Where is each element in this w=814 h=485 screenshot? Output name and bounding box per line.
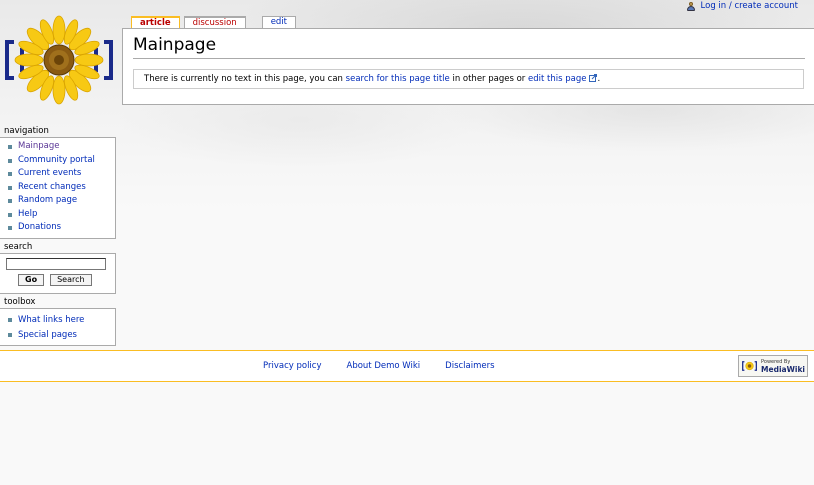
external-link-icon <box>589 71 598 82</box>
toolbox-link-special-pages[interactable]: Special pages <box>18 330 77 340</box>
search-button[interactable]: Search <box>50 274 92 286</box>
no-article-notice: There is currently no text in this page,… <box>133 69 804 89</box>
page-title: Mainpage <box>133 34 805 59</box>
search-input[interactable] <box>6 258 106 270</box>
sidebar-link-donations[interactable]: Donations <box>18 222 61 232</box>
toolbox-body: What links here Special pages <box>0 308 116 346</box>
user-icon <box>686 1 696 11</box>
sidebar-item-community-portal: Community portal <box>6 154 115 168</box>
go-button[interactable]: Go <box>18 274 45 286</box>
tab-edit[interactable]: edit <box>261 16 297 28</box>
edit-page-link[interactable]: edit this page <box>528 74 586 84</box>
toolbox-heading: toolbox <box>4 297 36 307</box>
search-heading: search <box>4 242 33 252</box>
sidebar-item-mainpage: Mainpage <box>6 140 115 154</box>
footer-link-privacy-policy[interactable]: Privacy policy <box>263 361 322 371</box>
toolbox-item-special-pages: Special pages <box>6 328 115 343</box>
sidebar-item-random-page: Random page <box>6 194 115 208</box>
powered-by-big: MediaWiki <box>761 365 805 374</box>
sidebar-item-donations: Donations <box>6 221 115 235</box>
sidebar-item-help: Help <box>6 208 115 222</box>
footer-link-disclaimers[interactable]: Disclaimers <box>445 361 494 371</box>
sidebar-link-help[interactable]: Help <box>18 209 37 219</box>
login-link[interactable]: Log in / create account <box>701 1 798 11</box>
toolbox-link-what-links-here[interactable]: What links here <box>18 315 84 325</box>
page-tabs: article discussion edit <box>131 16 300 28</box>
footer: Privacy policy About Demo Wiki Disclaime… <box>0 350 814 382</box>
powered-by-mediawiki-badge[interactable]: Powered By MediaWiki <box>738 355 808 377</box>
toolbox-item-what-links-here: What links here <box>6 313 115 328</box>
footer-link-about[interactable]: About Demo Wiki <box>347 361 421 371</box>
content-area: Mainpage There is currently no text in t… <box>122 28 814 105</box>
sunflower-logo-icon <box>5 15 113 105</box>
notice-text-middle: in other pages or <box>449 74 529 84</box>
footer-links: Privacy policy About Demo Wiki Disclaime… <box>263 351 495 381</box>
navigation-body: Mainpage Community portal Current events… <box>0 137 116 239</box>
powered-by-text: Powered By MediaWiki <box>761 359 805 373</box>
sidebar-link-random-page[interactable]: Random page <box>18 195 77 205</box>
sidebar-link-recent-changes[interactable]: Recent changes <box>18 182 86 192</box>
notice-text-after: . <box>597 74 601 84</box>
navigation-portlet: navigation Mainpage Community portal Cur… <box>0 126 116 239</box>
search-buttons: Go Search <box>6 274 115 286</box>
tab-article[interactable]: article <box>131 16 180 28</box>
tab-discussion[interactable]: discussion <box>183 16 246 28</box>
sidebar-link-mainpage[interactable]: Mainpage <box>18 141 60 151</box>
wiki-logo[interactable] <box>0 8 118 108</box>
search-body: Go Search <box>0 253 116 294</box>
notice-text-before: There is currently no text in this page,… <box>144 74 346 84</box>
search-portlet: search Go Search <box>0 242 116 294</box>
sidebar-item-current-events: Current events <box>6 167 115 181</box>
sidebar-link-current-events[interactable]: Current events <box>18 168 81 178</box>
sidebar-link-community-portal[interactable]: Community portal <box>18 155 95 165</box>
navigation-heading: navigation <box>4 126 49 136</box>
personal-tools: Log in / create account <box>686 0 798 12</box>
search-title-link[interactable]: search for this page title <box>346 74 450 84</box>
toolbox-portlet: toolbox What links here Special pages <box>0 297 116 346</box>
sidebar-item-recent-changes: Recent changes <box>6 181 115 195</box>
mediawiki-logo-icon <box>742 361 757 371</box>
